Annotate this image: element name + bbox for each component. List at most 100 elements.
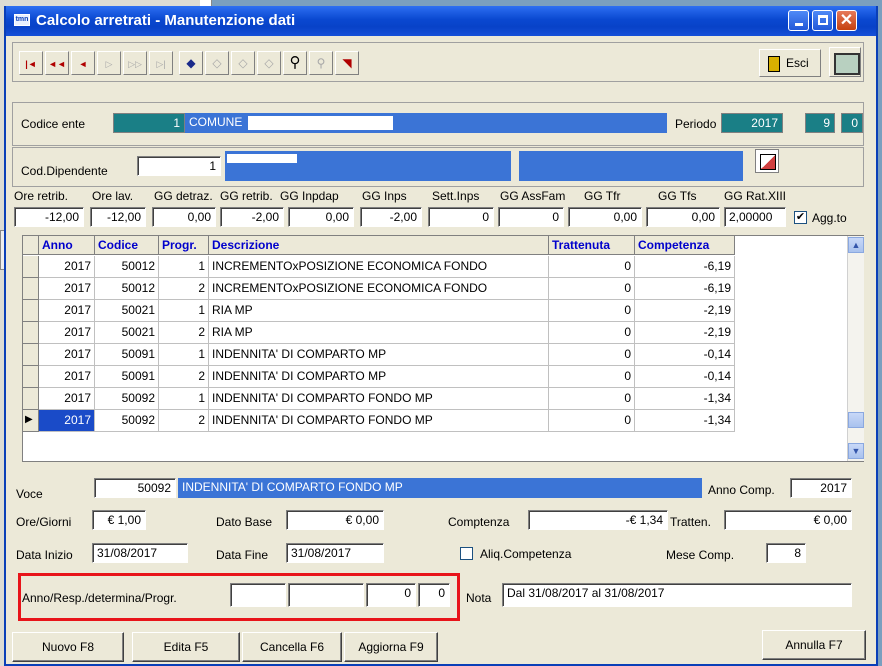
periodo-extra-field[interactable]: 0 [841,113,863,133]
maximize-button[interactable] [812,10,833,31]
row-selector[interactable] [23,256,39,278]
col-header-codice[interactable]: Codice [95,236,159,255]
find-person-button[interactable]: ⚲ [309,51,333,75]
tratten-field[interactable]: € 0,00 [724,510,852,530]
row-selector[interactable] [23,322,39,344]
prev-page-button[interactable]: ◄◄ [45,51,69,75]
cell-codice[interactable]: 50021 [95,322,159,344]
edita-button[interactable]: Edita F5 [132,632,240,662]
row-selector[interactable] [23,366,39,388]
data-inizio-field[interactable]: 31/08/2017 [92,543,188,563]
cell-progr[interactable]: 1 [159,388,209,410]
dipendente-extra-field[interactable] [519,151,743,181]
periodo-mese-field[interactable]: 9 [805,113,835,133]
gg-ratxiii-field[interactable]: 2,00000 [724,207,786,227]
cell-codice[interactable]: 50092 [95,388,159,410]
sett-inps-field[interactable]: 0 [428,207,494,227]
cell-progr[interactable]: 1 [159,256,209,278]
voce-desc-field[interactable]: INDENNITA' DI COMPARTO FONDO MP [178,478,702,498]
mese-comp-field[interactable]: 8 [766,543,806,563]
aggiorna-button[interactable]: Aggiorna F9 [344,632,438,662]
cell-anno[interactable]: 2017 [39,388,95,410]
cell-progr[interactable]: 2 [159,366,209,388]
cell-codice[interactable]: 50012 [95,278,159,300]
cell-descrizione[interactable]: INCREMENTOxPOSIZIONE ECONOMICA FONDO [209,256,549,278]
cell-descrizione[interactable]: RIA MP [209,300,549,322]
row-selector[interactable] [23,300,39,322]
gg-tfr-field[interactable]: 0,00 [568,207,642,227]
cell-codice[interactable]: 50092 [95,410,159,432]
search-button[interactable]: ⚲ [283,51,307,75]
col-header-descrizione[interactable]: Descrizione [209,236,549,255]
filter-button[interactable]: ◥ [335,51,359,75]
minimize-button[interactable] [788,10,809,31]
gg-detraz-field[interactable]: 0,00 [152,207,216,227]
cell-trattenuta[interactable]: 0 [549,366,635,388]
cell-codice[interactable]: 50091 [95,344,159,366]
vertical-scrollbar[interactable]: ▲ ▼ [847,236,864,461]
dato-base-field[interactable]: € 0,00 [286,510,384,530]
cell-anno[interactable]: 2017 [39,256,95,278]
progr-field[interactable]: 0 [418,583,450,607]
cell-anno[interactable]: 2017 [39,322,95,344]
cell-progr[interactable]: 2 [159,410,209,432]
cell-competenza[interactable]: -6,19 [635,278,735,300]
next-record-button[interactable]: ▷ [97,51,121,75]
row-selector[interactable] [23,388,39,410]
cell-competenza[interactable]: -6,19 [635,256,735,278]
print-button[interactable] [755,149,779,173]
cell-competenza[interactable]: -2,19 [635,322,735,344]
col-header-competenza[interactable]: Competenza [635,236,735,255]
cell-trattenuta[interactable]: 0 [549,300,635,322]
row-selector[interactable] [23,278,39,300]
cell-progr[interactable]: 1 [159,344,209,366]
cell-competenza[interactable]: -0,14 [635,366,735,388]
codice-ente-field[interactable]: 1 [113,113,185,133]
first-record-button[interactable]: |◄ [19,51,43,75]
cell-progr[interactable]: 2 [159,278,209,300]
cell-anno[interactable]: 2017 [39,366,95,388]
edit-multi-button[interactable]: ◇ [231,51,255,75]
cell-descrizione[interactable]: INDENNITA' DI COMPARTO MP [209,344,549,366]
add-record-button[interactable]: ◆ [179,51,203,75]
gg-inpdap-field[interactable]: 0,00 [288,207,354,227]
last-record-button[interactable]: ▷| [149,51,173,75]
col-header-progr[interactable]: Progr. [159,236,209,255]
cell-anno[interactable]: 2017 [39,344,95,366]
cell-descrizione[interactable]: INDENNITA' DI COMPARTO FONDO MP [209,410,549,432]
cell-trattenuta[interactable]: 0 [549,344,635,366]
help-book-button[interactable] [829,47,861,77]
scroll-thumb[interactable] [848,412,864,428]
anno-comp-field[interactable]: 2017 [790,478,852,498]
cell-trattenuta[interactable]: 0 [549,278,635,300]
dipendente-name-field[interactable] [225,151,511,181]
cell-competenza[interactable]: -0,14 [635,344,735,366]
ore-retrib-field[interactable]: -12,00 [14,207,84,227]
determina-field[interactable]: 0 [366,583,416,607]
competenza-field[interactable]: -€ 1,34 [528,510,668,530]
cell-competenza[interactable]: -1,34 [635,388,735,410]
cod-dipendente-field[interactable]: 1 [137,156,221,176]
scroll-up-button[interactable]: ▲ [848,237,864,253]
edit-record-button[interactable]: ◇ [205,51,229,75]
cell-trattenuta[interactable]: 0 [549,322,635,344]
cell-competenza[interactable]: -1,34 [635,410,735,432]
cell-descrizione[interactable]: INDENNITA' DI COMPARTO MP [209,366,549,388]
cancella-button[interactable]: Cancella F6 [242,632,342,662]
cell-trattenuta[interactable]: 0 [549,256,635,278]
col-header-anno[interactable]: Anno [39,236,95,255]
nuovo-button[interactable]: Nuovo F8 [12,632,124,662]
gg-retrib-field[interactable]: -2,00 [220,207,284,227]
prev-record-button[interactable]: ◄ [71,51,95,75]
next-page-button[interactable]: ▷▷ [123,51,147,75]
scroll-down-button[interactable]: ▼ [848,443,864,459]
gg-tfs-field[interactable]: 0,00 [646,207,720,227]
cell-anno[interactable]: 2017 [39,410,95,432]
cell-progr[interactable]: 2 [159,322,209,344]
resp-field[interactable] [288,583,364,607]
cell-anno[interactable]: 2017 [39,278,95,300]
title-bar[interactable]: tmn Calcolo arretrati - Manutenzione dat… [6,6,876,36]
cell-codice[interactable]: 50091 [95,366,159,388]
cell-descrizione[interactable]: INCREMENTOxPOSIZIONE ECONOMICA FONDO [209,278,549,300]
voce-code-field[interactable]: 50092 [94,478,176,498]
